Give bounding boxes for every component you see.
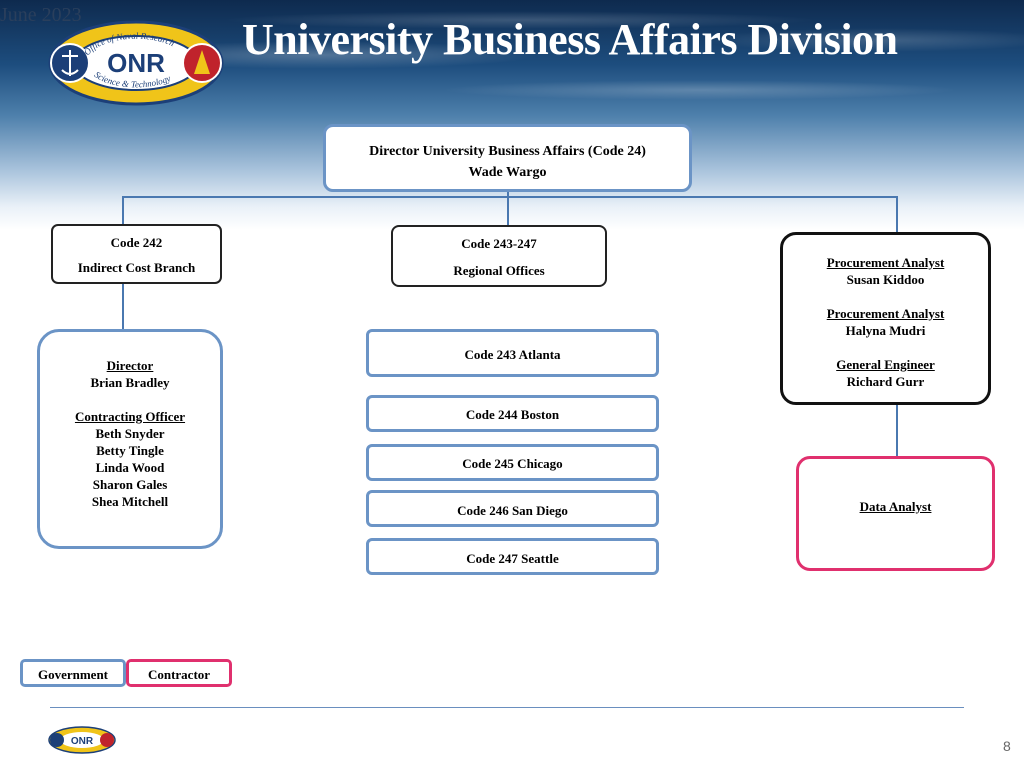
data-analyst-title: Data Analyst (859, 499, 932, 514)
connector-to-regional (507, 196, 509, 226)
connector-to-staff (896, 196, 898, 234)
svg-text:ONR: ONR (71, 736, 94, 747)
page-number: 8 (1003, 738, 1011, 754)
regional-office-boston: Code 244 Boston (366, 395, 659, 432)
contracting-officer-name: Sharon Gales (92, 477, 168, 492)
data-analyst-box: Data Analyst (796, 456, 995, 571)
legend-contractor: Contractor (126, 659, 232, 687)
branch-director-name: Brian Bradley (90, 375, 170, 390)
contracting-officer-name: Linda Wood (95, 460, 165, 475)
role-title: General Engineer (836, 357, 935, 372)
staff-box: Procurement Analyst Susan Kiddoo Procure… (780, 232, 991, 405)
role-title: Procurement Analyst (826, 306, 945, 321)
footer-rule (50, 707, 964, 708)
director-box: Director University Business Affairs (Co… (323, 124, 692, 192)
regional-code: Code 243-247 (461, 236, 537, 251)
code242-name: Indirect Cost Branch (77, 260, 196, 275)
code242-code: Code 242 (110, 235, 163, 250)
role-name: Susan Kiddoo (846, 272, 925, 287)
regional-office-seattle: Code 247 Seattle (366, 538, 659, 575)
regional-office-chicago: Code 245 Chicago (366, 444, 659, 481)
branch-director-title: Director (106, 358, 154, 373)
role-name: Halyna Mudri (845, 323, 926, 338)
footer-onr-logo: ONR (48, 726, 116, 754)
connector-staff-to-contractor (896, 404, 898, 458)
contracting-officer-name: Shea Mitchell (91, 494, 169, 509)
page-title: University Business Affairs Division (242, 15, 898, 64)
connector-to-code242 (122, 196, 124, 226)
director-title: Director University Business Affairs (Co… (369, 144, 646, 159)
regional-offices-box: Code 243-247 Regional Offices (391, 225, 607, 287)
director-name: Wade Wargo (468, 165, 547, 180)
role-title: Procurement Analyst (826, 255, 945, 270)
code242-box: Code 242 Indirect Cost Branch (51, 224, 222, 284)
regional-office-san-diego: Code 246 San Diego (366, 490, 659, 527)
role-name: Richard Gurr (846, 374, 925, 389)
connector-horizontal (122, 196, 898, 198)
svg-text:ONR: ONR (107, 48, 165, 78)
branch-staff-box: Director Brian Bradley Contracting Offic… (37, 329, 223, 549)
connector-code242-down (122, 283, 124, 330)
onr-logo: ONR Office of Naval Research Science & T… (48, 20, 224, 106)
regional-office-atlanta: Code 243 Atlanta (366, 329, 659, 377)
regional-name: Regional Offices (453, 263, 545, 278)
contracting-officer-name: Betty Tingle (96, 443, 164, 458)
contracting-officer-name: Beth Snyder (95, 426, 165, 441)
contracting-officer-title: Contracting Officer (74, 409, 186, 424)
legend-government: Government (20, 659, 126, 687)
